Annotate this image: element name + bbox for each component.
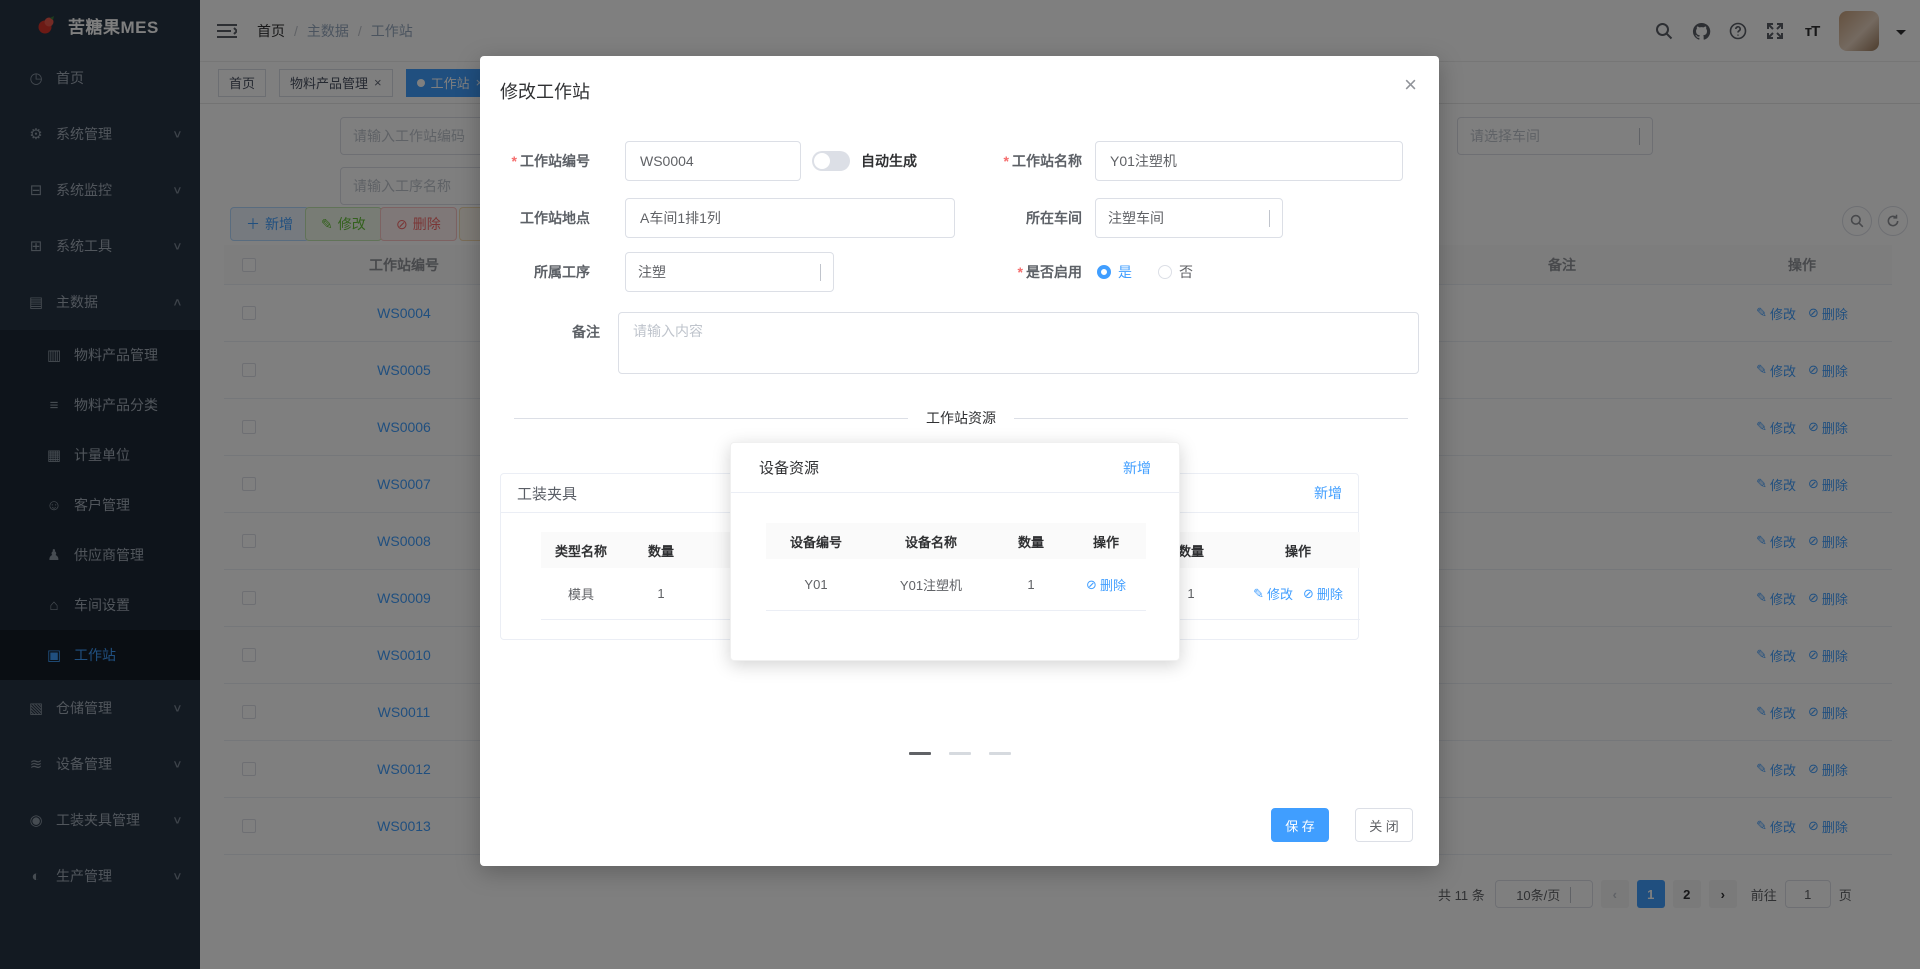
col-header: 操作	[1092, 534, 1119, 550]
location-label: 工作站地点	[520, 210, 590, 226]
auto-generate-label: 自动生成	[861, 153, 917, 169]
trash-icon: ⊘	[1086, 576, 1097, 592]
dialog-close-button[interactable]: 关 闭	[1355, 808, 1413, 842]
edit-workstation-dialog: 修改工作站 × *工作站编号 自动生成 *工作站名称 工作站地点 所在车间 注塑…	[480, 56, 1439, 866]
carousel-indicator[interactable]	[988, 752, 1011, 755]
carousel-indicator[interactable]	[948, 752, 971, 755]
chevron-down-icon	[820, 264, 821, 281]
cell-name: Y01注塑机	[899, 578, 963, 593]
remark-textarea[interactable]	[618, 312, 1419, 374]
cell-qty: 1	[1027, 577, 1035, 592]
cell-type: 模具	[567, 587, 594, 602]
cell-code: Y01	[804, 577, 828, 592]
carousel-indicators	[480, 752, 1439, 755]
radio-no[interactable]: 否	[1158, 262, 1193, 282]
workshop-select[interactable]: 注塑车间	[1095, 198, 1283, 238]
workshop-label: 所在车间	[1026, 210, 1082, 226]
add-link[interactable]: 新增	[1314, 483, 1342, 503]
section-divider: 工作站资源	[514, 408, 1408, 428]
fixture-card-title: 工装夹具	[517, 485, 578, 503]
remark-label: 备注	[572, 324, 600, 340]
name-input[interactable]	[1095, 141, 1403, 181]
edit-link[interactable]: ✎修改	[1253, 584, 1293, 603]
auto-generate-toggle[interactable]	[812, 151, 850, 171]
equipment-card-title: 设备资源	[759, 460, 820, 477]
cell-qty: 1	[657, 586, 665, 601]
chevron-down-icon	[1269, 210, 1270, 227]
trash-icon: ⊘	[1303, 585, 1314, 601]
process-select[interactable]: 注塑	[625, 252, 834, 292]
location-input[interactable]	[625, 198, 955, 238]
process-label: 所属工序	[534, 264, 590, 280]
radio-yes[interactable]: 是	[1097, 262, 1132, 282]
enabled-label: * 是否启用	[1017, 264, 1082, 280]
code-label: * 工作站编号	[511, 153, 590, 169]
save-button[interactable]: 保 存	[1271, 808, 1329, 842]
name-label: * 工作站名称	[1003, 153, 1082, 169]
add-link[interactable]: 新增	[1123, 458, 1151, 478]
code-input[interactable]	[625, 141, 801, 181]
col-header: 类型名称	[554, 543, 607, 559]
equipment-table: 设备编号 设备名称 数量 操作 Y01 Y01注塑机 1 ⊘ 删除	[766, 523, 1146, 611]
col-header: 数量	[647, 543, 674, 559]
close-icon[interactable]: ×	[1404, 74, 1417, 96]
pencil-icon: ✎	[1253, 585, 1264, 601]
carousel-indicator[interactable]	[908, 752, 931, 755]
equipment-resource-card: 设备资源 新增 设备编号 设备名称 数量 操作 Y01 Y01注塑机 1 ⊘ 删除	[730, 442, 1180, 661]
col-header: 设备名称	[904, 534, 957, 550]
enabled-radio-group: 是 否	[1097, 252, 1193, 292]
delete-link[interactable]: ⊘删除	[1086, 575, 1126, 594]
table-row: Y01 Y01注塑机 1 ⊘ 删除	[766, 559, 1146, 611]
col-header: 操作	[1284, 543, 1311, 559]
section-title: 工作站资源	[926, 410, 996, 426]
col-header: 设备编号	[789, 534, 842, 550]
delete-link[interactable]: ⊘删除	[1303, 584, 1343, 603]
dialog-title: 修改工作站	[500, 82, 590, 102]
col-header: 数量	[1017, 534, 1044, 550]
